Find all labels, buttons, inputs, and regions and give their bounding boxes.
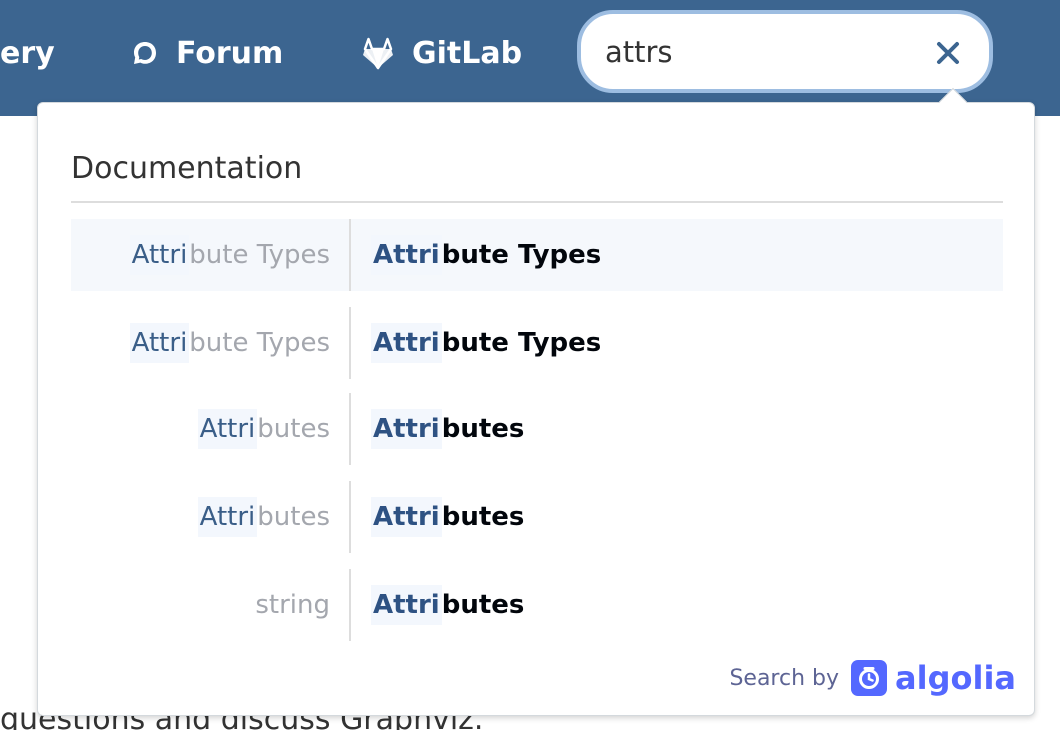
result-title-text: bute Types xyxy=(441,328,602,358)
result-divider xyxy=(349,393,351,465)
section-title: Documentation xyxy=(71,151,303,186)
algolia-wordmark: algolia xyxy=(895,659,1016,697)
result-title-text: butes xyxy=(441,502,525,532)
nav-item-gallery[interactable]: ery xyxy=(0,30,55,76)
result-category-text: string xyxy=(255,590,330,620)
search-result[interactable]: Attri butes Attri butes xyxy=(71,393,1003,465)
result-title: Attri butes xyxy=(371,481,524,553)
result-title-text: butes xyxy=(441,414,525,444)
search-by-algolia-link[interactable]: Search by algolia xyxy=(729,659,1016,697)
match-highlight: Attri xyxy=(129,323,190,363)
match-highlight: Attri xyxy=(371,497,442,537)
result-category: Attri butes xyxy=(71,481,350,553)
search-input[interactable] xyxy=(605,31,905,72)
close-icon[interactable] xyxy=(935,40,961,66)
result-title-text: bute Types xyxy=(441,240,602,270)
result-title: Attri butes xyxy=(371,393,524,465)
nav-item-forum[interactable]: Forum xyxy=(130,30,283,76)
algolia-logo-icon xyxy=(851,660,888,696)
search-result[interactable]: Attri bute Types Attri bute Types xyxy=(71,307,1003,379)
result-divider xyxy=(349,569,351,641)
result-title-text: butes xyxy=(441,590,525,620)
match-highlight: Attri xyxy=(371,585,442,625)
search-box xyxy=(577,10,993,93)
nav-item-label: ery xyxy=(0,35,55,71)
section-divider xyxy=(71,201,1003,203)
match-highlight: Attri xyxy=(129,235,190,275)
match-highlight: Attri xyxy=(371,409,442,449)
result-category: Attri bute Types xyxy=(71,219,350,291)
match-highlight: Attri xyxy=(371,323,442,363)
search-result[interactable]: string Attri butes xyxy=(71,569,1003,641)
search-by-label: Search by xyxy=(729,665,840,691)
match-highlight: Attri xyxy=(197,497,258,537)
match-highlight: Attri xyxy=(371,235,442,275)
nav-item-label: Forum xyxy=(176,35,284,71)
result-title: Attri bute Types xyxy=(371,307,601,379)
result-title: Attri butes xyxy=(371,569,524,641)
result-divider xyxy=(349,219,351,291)
gitlab-icon xyxy=(360,36,396,70)
search-result[interactable]: Attri butes Attri butes xyxy=(71,481,1003,553)
result-title: Attri bute Types xyxy=(371,219,601,291)
result-divider xyxy=(349,481,351,553)
nav-item-gitlab[interactable]: GitLab xyxy=(360,30,522,76)
search-results-dropdown: Documentation Attri bute Types Attri bute … xyxy=(37,87,1035,716)
search-result[interactable]: Attri bute Types Attri bute Types xyxy=(71,219,1003,291)
top-navbar: ery Forum GitLab xyxy=(0,0,1060,116)
result-category-text: butes xyxy=(257,414,330,444)
result-category: string xyxy=(71,569,350,641)
result-category: Attri bute Types xyxy=(71,307,350,379)
result-category-text: bute Types xyxy=(189,240,330,270)
nav-item-label: GitLab xyxy=(412,35,523,71)
result-category-text: butes xyxy=(257,502,330,532)
result-category: Attri butes xyxy=(71,393,350,465)
result-category-text: bute Types xyxy=(189,328,330,358)
chat-bubble-icon xyxy=(130,38,160,68)
match-highlight: Attri xyxy=(197,409,258,449)
result-divider xyxy=(349,307,351,379)
